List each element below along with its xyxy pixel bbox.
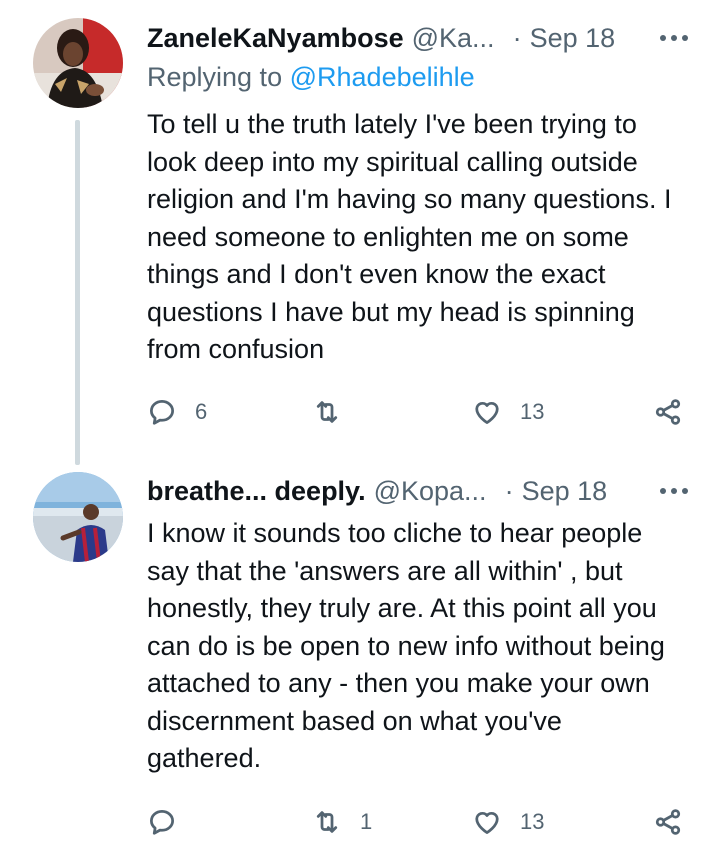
display-name[interactable]: ZaneleKaNyambose <box>147 23 404 54</box>
display-name[interactable]: breathe... deeply. <box>147 476 366 507</box>
user-handle[interactable]: @Ka... <box>412 23 495 54</box>
tweet[interactable]: breathe... deeply. @Kopa... · Sep 18 I k… <box>0 465 720 861</box>
share-icon <box>655 399 681 425</box>
avatar-image <box>33 472 123 562</box>
heart-icon <box>475 811 499 834</box>
avatar[interactable] <box>33 18 123 108</box>
reply-icon <box>150 810 174 835</box>
reply-count: 6 <box>195 399 208 424</box>
separator-dot: · <box>512 22 522 53</box>
tweet-date[interactable]: Sep 18 <box>530 23 616 54</box>
avatar[interactable] <box>33 472 123 562</box>
thread-line <box>75 120 80 465</box>
like-count: 13 <box>520 809 545 834</box>
share-button[interactable] <box>653 392 683 432</box>
tweet-date[interactable]: Sep 18 <box>522 476 608 507</box>
retweet-icon <box>316 811 338 833</box>
reply-icon <box>150 400 174 425</box>
like-button[interactable]: 13 <box>472 802 544 842</box>
tweet-actions: 6 13 <box>147 392 695 432</box>
replying-prefix: Replying to <box>147 62 283 92</box>
retweet-count: 1 <box>360 809 373 834</box>
tweet[interactable]: ZaneleKaNyambose @Ka... · Sep 18 Replyin… <box>0 0 720 465</box>
retweet-icon <box>316 401 338 423</box>
user-handle[interactable]: @Kopa... <box>374 476 487 507</box>
like-count: 13 <box>520 399 545 424</box>
retweet-button[interactable] <box>312 392 360 432</box>
separator-dot: · <box>504 475 514 506</box>
tweet-header: breathe... deeply. @Kopa... · Sep 18 <box>147 471 720 511</box>
reply-button[interactable] <box>147 802 195 842</box>
replying-to: Replying to @Rhadebelihle <box>147 62 475 93</box>
share-icon <box>655 809 681 835</box>
like-button[interactable]: 13 <box>472 392 544 432</box>
tweet-text: I know it sounds too cliche to hear peop… <box>147 518 665 773</box>
retweet-button[interactable]: 1 <box>312 802 372 842</box>
replying-to-link[interactable]: @Rhadebelihle <box>290 62 475 92</box>
tweet-header: ZaneleKaNyambose @Ka... · Sep 18 <box>147 18 720 58</box>
reply-button[interactable]: 6 <box>147 392 207 432</box>
heart-icon <box>475 401 499 424</box>
avatar-image <box>33 18 123 108</box>
more-icon[interactable] <box>660 488 688 494</box>
tweet-text: To tell u the truth lately I've been try… <box>147 109 672 364</box>
tweet-actions: 1 13 <box>147 802 695 842</box>
share-button[interactable] <box>653 802 683 842</box>
more-icon[interactable] <box>660 35 688 41</box>
